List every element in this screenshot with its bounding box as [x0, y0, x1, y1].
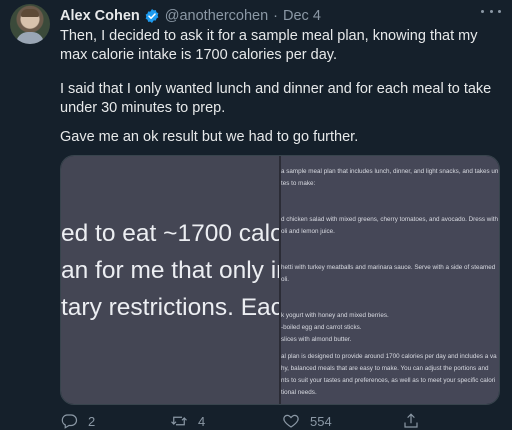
media-right-panel: a sample meal plan that includes lunch, … [281, 156, 499, 404]
share-button[interactable] [402, 412, 420, 430]
media-small-text-line: a sample meal plan that includes lunch, … [281, 168, 499, 175]
reply-button[interactable]: 2 [60, 412, 95, 430]
media-small-text-line: d chicken salad with mixed greens, cherr… [281, 216, 498, 223]
media-large-text-line: ed to eat ~1700 calorie [61, 220, 311, 247]
tweet-media-image[interactable]: ed to eat ~1700 calorie an for me that o… [60, 155, 500, 405]
media-small-text-line: al plan is designed to provide around 17… [281, 353, 497, 360]
heart-icon [283, 414, 299, 428]
header-separator: · [273, 8, 279, 24]
media-large-text-line: an for me that only inc [61, 257, 303, 284]
author-avatar[interactable] [10, 4, 50, 44]
media-small-text-line: hetti with turkey meatballs and marinara… [281, 264, 496, 271]
media-small-text-line: oli. [281, 276, 290, 283]
media-small-text-line: tes to make: [281, 180, 316, 187]
tweet-paragraph: I said that I only wanted lunch and dinn… [60, 81, 492, 116]
share-icon [404, 413, 418, 428]
retweet-icon [171, 416, 187, 426]
author-handle[interactable]: @anothercohen [165, 8, 268, 24]
like-count: 554 [310, 413, 332, 429]
retweet-button[interactable]: 4 [170, 412, 205, 430]
media-small-text-line: -boiled egg and carrot sticks. [281, 324, 362, 331]
avatar-hair [21, 9, 39, 17]
media-small-text-line: oli and lemon juice. [281, 228, 335, 235]
tweet-header: Alex Cohen @anothercohen · Dec 4 [60, 7, 512, 25]
media-large-text-line: tary restrictions. Each [61, 294, 297, 321]
tweet-action-bar: 2 4 554 [60, 412, 500, 430]
tweet-paragraph: Then, I decided to ask it for a sample m… [60, 28, 478, 63]
media-small-text-line: tional needs. [281, 389, 317, 396]
reply-count: 2 [88, 413, 96, 429]
avatar-shirt [16, 32, 44, 44]
media-small-text-line: k yogurt with honey and mixed berries. [281, 312, 389, 319]
reply-icon [61, 414, 78, 429]
media-small-text-line: hy, balanced meals that are easy to make… [281, 365, 489, 372]
media-small-text-line: slices with almond butter. [281, 336, 352, 343]
media-small-text-line: nts to suit your tastes and preferences,… [281, 377, 496, 384]
author-name[interactable]: Alex Cohen [60, 8, 140, 24]
tweet-paragraph: Gave me an ok result but we had to go fu… [60, 129, 359, 145]
retweet-count: 4 [198, 413, 206, 429]
like-button[interactable]: 554 [282, 412, 332, 430]
tweet-date[interactable]: Dec 4 [283, 8, 321, 24]
more-options-icon[interactable] [481, 4, 501, 18]
media-left-panel: ed to eat ~1700 calorie an for me that o… [61, 156, 311, 404]
verified-badge-icon [145, 9, 159, 23]
